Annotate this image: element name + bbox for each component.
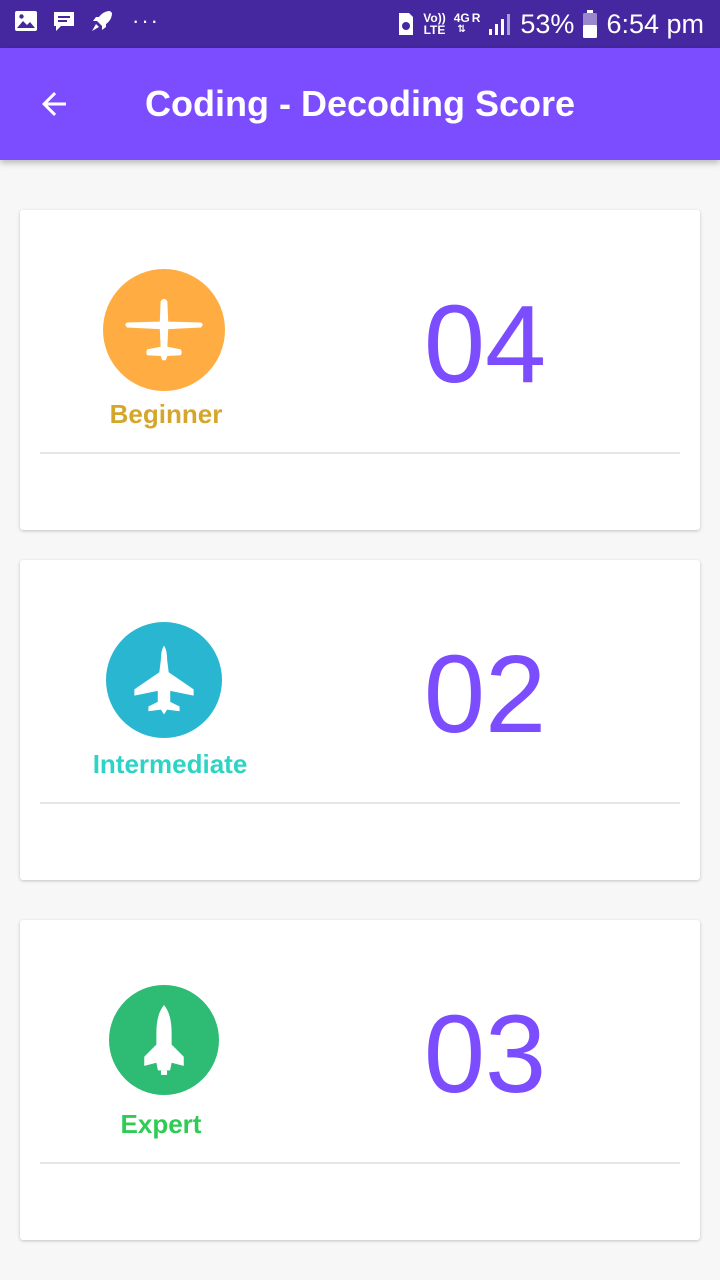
- space-shuttle-icon: [109, 985, 219, 1095]
- status-bar: ··· Vo)) LTE 4G ⇅ R 53% 6:54 pm: [0, 0, 720, 48]
- sim-icon: [399, 13, 414, 35]
- level-label: Beginner: [109, 399, 223, 429]
- score-value: 04: [423, 283, 547, 406]
- back-button[interactable]: [28, 78, 80, 130]
- signal-icon: [489, 14, 511, 35]
- level-card-beginner[interactable]: Beginner 04: [20, 210, 700, 530]
- roaming-indicator: R: [471, 11, 481, 25]
- level-label: Expert: [120, 1109, 202, 1139]
- gallery-icon: [15, 11, 37, 31]
- more-notifications-icon: ···: [132, 8, 160, 33]
- rocket-icon: [92, 11, 112, 31]
- battery-percent: 53%: [520, 9, 575, 39]
- level-card-expert[interactable]: Expert 03: [20, 920, 700, 1240]
- divider: [40, 802, 680, 804]
- message-icon: [54, 12, 74, 31]
- volte-indicator: Vo)) LTE: [423, 11, 446, 37]
- arrow-back-icon: [42, 92, 66, 116]
- page-title: Coding - Decoding Score: [145, 83, 576, 124]
- score-value: 02: [423, 633, 547, 756]
- small-plane-icon: [103, 269, 225, 391]
- level-card-intermediate[interactable]: Intermediate 02: [20, 560, 700, 880]
- divider: [40, 1162, 680, 1164]
- level-label: Intermediate: [92, 749, 248, 779]
- network-type: 4G ⇅ R: [453, 11, 481, 35]
- app-bar: Coding - Decoding Score: [0, 48, 720, 160]
- notification-icons: ···: [14, 9, 160, 33]
- divider: [40, 452, 680, 454]
- clock: 6:54 pm: [606, 9, 704, 39]
- fighter-jet-icon: [106, 622, 222, 738]
- score-value: 03: [423, 993, 547, 1116]
- system-status: Vo)) LTE 4G ⇅ R 53% 6:54 pm: [397, 6, 704, 42]
- battery-icon: [583, 10, 598, 38]
- data-arrows-icon: ⇅: [457, 24, 466, 35]
